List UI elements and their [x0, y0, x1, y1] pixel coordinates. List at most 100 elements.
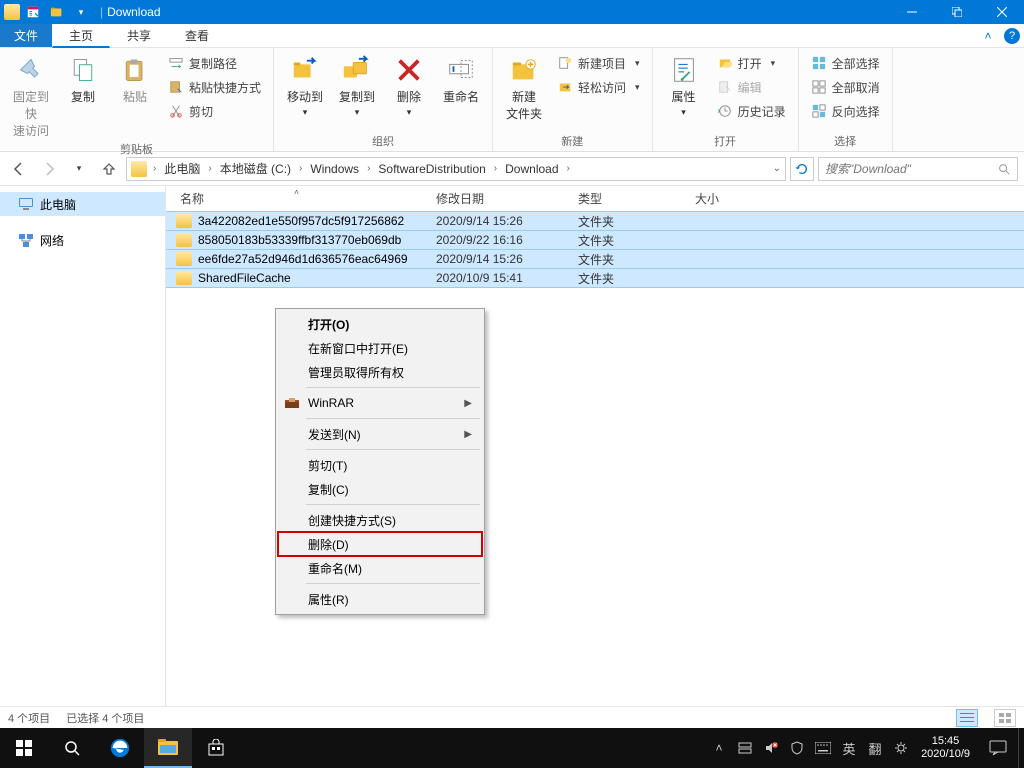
- tab-view[interactable]: 查看: [168, 24, 226, 47]
- start-button[interactable]: [0, 728, 48, 768]
- column-type[interactable]: 类型: [570, 190, 687, 207]
- folder-icon: [176, 214, 192, 228]
- taskbar-explorer-icon[interactable]: [144, 728, 192, 768]
- minimize-button[interactable]: [889, 0, 934, 24]
- address-dropdown[interactable]: ⌄: [771, 163, 783, 174]
- column-name[interactable]: ˄名称: [166, 190, 428, 207]
- menu-send-to[interactable]: 发送到(N)▶: [278, 422, 482, 446]
- qat-newfolder-icon[interactable]: [46, 2, 68, 22]
- new-item-button[interactable]: 新建项目▾: [553, 52, 644, 74]
- view-details-button[interactable]: [956, 709, 978, 727]
- column-headers: ˄名称 修改日期 类型 大小: [166, 186, 1024, 212]
- view-large-icons-button[interactable]: [994, 709, 1016, 727]
- tray-defender-icon[interactable]: [789, 740, 805, 756]
- properties-button[interactable]: 属性▾: [661, 52, 707, 118]
- breadcrumb-segment[interactable]: 此电脑: [160, 160, 204, 177]
- delete-button[interactable]: 删除▾: [386, 52, 432, 118]
- rename-button[interactable]: 重命名: [438, 52, 484, 105]
- menu-take-ownership[interactable]: 管理员取得所有权: [278, 360, 482, 384]
- file-name: ee6fde27a52d946d1d636576eac64969: [198, 252, 408, 266]
- paste-shortcut-button[interactable]: 粘贴快捷方式: [164, 76, 265, 98]
- breadcrumb-chevron[interactable]: ›: [151, 163, 158, 174]
- menu-create-shortcut[interactable]: 创建快捷方式(S): [278, 508, 482, 532]
- cut-button[interactable]: 剪切: [164, 100, 265, 122]
- folder-icon: [176, 271, 192, 285]
- maximize-button[interactable]: [934, 0, 979, 24]
- status-bar: 4 个项目 已选择 4 个项目: [0, 706, 1024, 728]
- search-input[interactable]: [825, 162, 993, 176]
- breadcrumb-segment[interactable]: Windows: [306, 162, 363, 176]
- sidebar-item-network[interactable]: 网络: [0, 228, 165, 252]
- tray-chevron-up-icon[interactable]: ˄: [711, 740, 727, 756]
- ribbon-group-clipboard: 剪贴板: [8, 139, 265, 157]
- select-all-button[interactable]: 全部选择: [807, 52, 884, 74]
- open-button[interactable]: 打开▾: [713, 52, 790, 74]
- tray-ime-mode[interactable]: 翻: [867, 740, 883, 756]
- show-desktop-button[interactable]: [1018, 728, 1024, 768]
- taskbar-clock[interactable]: 15:45 2020/10/9: [913, 735, 978, 761]
- invert-selection-button[interactable]: 反向选择: [807, 100, 884, 122]
- breadcrumb-segment[interactable]: 本地磁盘 (C:): [216, 160, 295, 177]
- menu-delete[interactable]: 删除(D): [278, 532, 482, 556]
- sidebar-item-thispc[interactable]: 此电脑: [0, 192, 165, 216]
- recent-dropdown[interactable]: ▾: [66, 156, 92, 182]
- table-row[interactable]: 3a422082ed1e550f957dc5f9172568622020/9/1…: [166, 211, 1024, 231]
- copy-to-button[interactable]: 复制到▾: [334, 52, 380, 118]
- history-button[interactable]: 历史记录: [713, 100, 790, 122]
- menu-open-new-window[interactable]: 在新窗口中打开(E): [278, 336, 482, 360]
- column-size[interactable]: 大小: [687, 190, 767, 207]
- search-box[interactable]: [818, 157, 1018, 181]
- file-type: 文件夹: [570, 213, 687, 230]
- close-button[interactable]: [979, 0, 1024, 24]
- tray-ime-lang[interactable]: 英: [841, 740, 857, 756]
- tray-ime-tool-icon[interactable]: [893, 740, 909, 756]
- edit-button[interactable]: 编辑: [713, 76, 790, 98]
- move-to-button[interactable]: 移动到▾: [282, 52, 328, 118]
- taskbar-search-button[interactable]: [48, 728, 96, 768]
- up-button[interactable]: [96, 156, 122, 182]
- copy-button[interactable]: 复制: [60, 52, 106, 105]
- help-button[interactable]: ?: [1000, 24, 1024, 47]
- action-center-button[interactable]: [978, 728, 1018, 768]
- easy-access-button[interactable]: 轻松访问▾: [553, 76, 644, 98]
- menu-open[interactable]: 打开(O): [278, 312, 482, 336]
- table-row[interactable]: ee6fde27a52d946d1d636576eac649692020/9/1…: [166, 249, 1024, 269]
- ribbon-collapse-button[interactable]: ˄: [976, 24, 1000, 47]
- navigation-bar: ▾ › 此电脑› 本地磁盘 (C:)› Windows› SoftwareDis…: [0, 152, 1024, 186]
- menu-rename[interactable]: 重命名(M): [278, 556, 482, 580]
- file-name: 858050183b53339ffbf313770eb069db: [198, 233, 401, 247]
- refresh-button[interactable]: [790, 157, 814, 181]
- column-date[interactable]: 修改日期: [428, 190, 570, 207]
- tab-file[interactable]: 文件: [0, 24, 52, 47]
- window-titlebar: ▾ | Download: [0, 0, 1024, 24]
- file-date: 2020/9/22 16:16: [428, 233, 570, 247]
- tab-home[interactable]: 主页: [52, 24, 110, 48]
- new-folder-button[interactable]: 新建 文件夹: [501, 52, 547, 122]
- forward-button[interactable]: [36, 156, 62, 182]
- select-none-button[interactable]: 全部取消: [807, 76, 884, 98]
- paste-button[interactable]: 粘贴: [112, 52, 158, 105]
- address-bar[interactable]: › 此电脑› 本地磁盘 (C:)› Windows› SoftwareDistr…: [126, 157, 786, 181]
- menu-cut[interactable]: 剪切(T): [278, 453, 482, 477]
- menu-copy[interactable]: 复制(C): [278, 477, 482, 501]
- tab-share[interactable]: 共享: [110, 24, 168, 47]
- menu-winrar[interactable]: WinRAR▶: [278, 391, 482, 415]
- tray-keyboard-icon[interactable]: [815, 740, 831, 756]
- breadcrumb-segment[interactable]: SoftwareDistribution: [374, 162, 489, 176]
- table-row[interactable]: SharedFileCache2020/10/9 15:41文件夹: [166, 268, 1024, 288]
- file-type: 文件夹: [570, 251, 687, 268]
- tray-volume-icon[interactable]: [763, 740, 779, 756]
- taskbar: ˄ 英 翻 15:45 2020/10/9: [0, 728, 1024, 768]
- menu-properties[interactable]: 属性(R): [278, 587, 482, 611]
- tray-network-icon[interactable]: [737, 740, 753, 756]
- breadcrumb-segment[interactable]: Download: [501, 162, 562, 176]
- qat-properties-icon[interactable]: [22, 2, 44, 22]
- taskbar-edge-icon[interactable]: [96, 728, 144, 768]
- back-button[interactable]: [6, 156, 32, 182]
- pin-quickaccess-button[interactable]: 固定到快 速访问: [8, 52, 54, 139]
- taskbar-store-icon[interactable]: [192, 728, 240, 768]
- qat-dropdown-icon[interactable]: ▾: [70, 2, 92, 22]
- table-row[interactable]: 858050183b53339ffbf313770eb069db 2020/9/2…: [166, 230, 1024, 250]
- folder-icon: [176, 252, 192, 266]
- copy-path-button[interactable]: 复制路径: [164, 52, 265, 74]
